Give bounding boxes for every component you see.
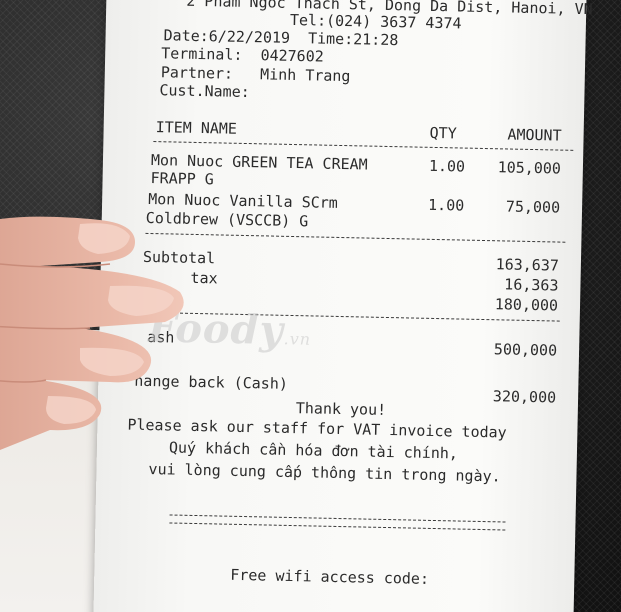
item-1-amount: 105,000	[497, 158, 562, 178]
watermark-suffix: .vn	[283, 329, 312, 349]
hand-holding-receipt	[0, 216, 184, 450]
header-qty: QTY	[429, 123, 457, 143]
change-value: 320,000	[492, 387, 557, 407]
photo-scene: 2 Pham Ngoc Thach St, Dong Da Dist, Hano…	[0, 0, 621, 612]
thank-you-text: Thank you!	[295, 399, 387, 419]
receipt-cust-name: Cust.Name:	[159, 81, 250, 102]
total-value: 180,000	[494, 295, 559, 315]
tax-label: tax	[190, 268, 218, 288]
subtotal-value: 163,637	[495, 255, 560, 275]
header-amount: AMOUNT	[507, 125, 562, 145]
cash-value: 500,000	[493, 340, 558, 360]
item-1-qty: 1.00	[428, 156, 466, 176]
item-2-amount: 75,000	[505, 197, 561, 217]
wifi-code-label: Free wifi access code:	[230, 565, 430, 588]
double-divider	[169, 514, 506, 531]
item-1-name-line2: FRAPP G	[150, 169, 215, 189]
tax-value: 16,363	[504, 275, 559, 295]
item-2-qty: 1.00	[427, 195, 465, 215]
vat-notice-vietnamese-1: Quý khách cần hóa đơn tài chính,	[168, 438, 459, 463]
divider-line	[145, 232, 566, 243]
vat-notice-vietnamese-2: vui lòng cung cấp thông tin trong ngày.	[148, 460, 501, 486]
header-item-name: ITEM NAME	[155, 118, 238, 138]
